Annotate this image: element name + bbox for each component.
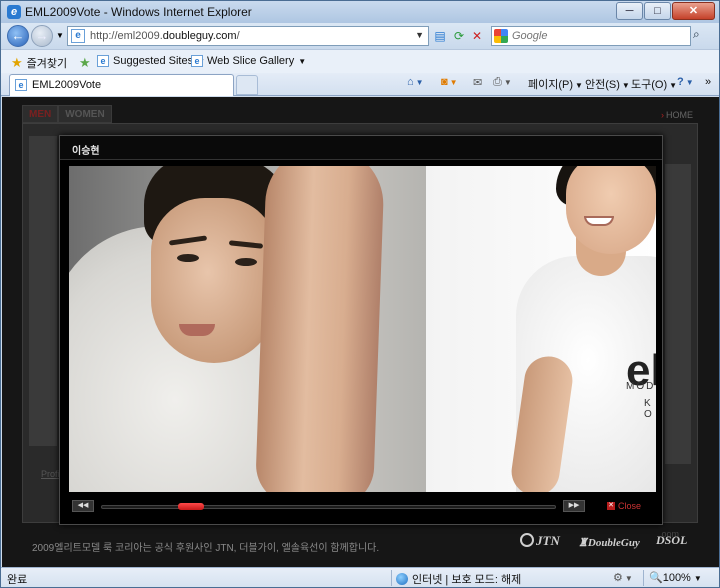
refresh-icon[interactable]: ⟳ (450, 27, 468, 45)
title-bar: e EML2009Vote - Windows Internet Explore… (1, 1, 719, 23)
search-icon[interactable]: ⌕ (693, 27, 700, 42)
model-photo-2: el MOD K O (426, 166, 656, 492)
favorites-button[interactable]: ★ 즐겨찾기 (11, 55, 67, 71)
globe-icon (396, 573, 408, 585)
ie-page-icon: e (15, 79, 27, 91)
mail-icon[interactable]: ✉ (473, 76, 482, 89)
model-photo-1 (69, 166, 426, 492)
home-link[interactable]: › HOME (661, 110, 693, 120)
dsol-logo: DSOL (656, 533, 688, 547)
ie-page-icon: e (191, 55, 203, 67)
forward-button[interactable]: → (31, 25, 53, 47)
security-zone[interactable]: 인터넷 | 보호 모드: 해제 (396, 571, 521, 587)
chevron-down-icon: ▼ (298, 56, 307, 66)
profile-link[interactable]: Profi (41, 469, 60, 479)
gender-tabs: MEN WOMEN (22, 105, 112, 123)
new-tab-button[interactable] (236, 75, 258, 95)
status-text: 완료 (7, 574, 28, 586)
doubleguy-logo: ♜DoubleGuy (578, 537, 640, 549)
address-bar[interactable]: e http://eml2009.doubleguy.com/ ▼ (67, 26, 429, 46)
scroll-track[interactable] (101, 505, 556, 509)
tab-eml2009vote[interactable]: e EML2009Vote (9, 74, 234, 96)
web-slice-gallery-label: Web Slice Gallery (207, 55, 295, 67)
ie-page-icon: e (97, 55, 109, 67)
close-label: Close (618, 501, 642, 511)
minimize-button[interactable]: ─ (616, 2, 643, 20)
maximize-button[interactable]: □ (644, 2, 671, 20)
photo-strip[interactable]: el MOD K O (69, 166, 656, 492)
viewer-controls: ◀◀ ▶▶ ✕ Close (60, 496, 662, 524)
suggested-sites-link[interactable]: e Suggested Sites ▼ (97, 55, 205, 67)
rss-icon[interactable]: ◙ ▼ (441, 76, 458, 88)
toolbar-overflow-icon[interactable]: » (705, 76, 711, 88)
add-star-icon: ★ (79, 55, 91, 70)
browser-window: e EML2009Vote - Windows Internet Explore… (0, 0, 720, 588)
status-bar: 완료 인터넷 | 보호 모드: 해제 ⚙ ▼ 🔍100% ▼ (1, 567, 719, 587)
protected-mode-icon[interactable]: ⚙ ▼ (613, 571, 633, 584)
ie-icon: e (7, 5, 21, 19)
background-card-right (665, 164, 691, 464)
web-content: MEN WOMEN › HOME Profi oom 2009엘리트모델 룩 코리… (2, 97, 719, 567)
tools-menu[interactable]: 도구(O) ▼ (631, 76, 677, 92)
close-icon: ✕ (607, 502, 615, 510)
window-controls: ─ □ ✕ (616, 2, 715, 20)
tab-men[interactable]: MEN (22, 105, 59, 123)
shirt-text-2: K O (644, 398, 652, 420)
star-icon: ★ (11, 55, 23, 70)
suggested-sites-label: Suggested Sites (113, 55, 194, 67)
google-icon (494, 29, 508, 43)
web-slice-gallery-link[interactable]: e Web Slice Gallery ▼ (191, 55, 306, 67)
previous-button[interactable]: ◀◀ (72, 500, 94, 512)
page-menu[interactable]: 페이지(P) ▼ (528, 76, 583, 92)
address-url: http://eml2009.doubleguy.com/ (90, 30, 240, 42)
shirt-text-1: MOD (626, 381, 656, 392)
help-icon[interactable]: ? ▼ (677, 76, 694, 88)
background-card-left (29, 136, 57, 446)
stop-icon[interactable]: ✕ (468, 27, 486, 45)
jtn-logo: JTN (520, 533, 560, 549)
close-window-button[interactable]: ✕ (672, 2, 715, 20)
search-input[interactable] (512, 28, 682, 44)
tab-row: e EML2009Vote ⌂ ▼ ◙ ▼ ✉ ⎙ ▼ 페이지(P) ▼ 안전(S) ▼ … (1, 73, 719, 96)
tab-women[interactable]: WOMEN (58, 105, 112, 123)
scroll-thumb[interactable] (178, 503, 204, 510)
address-row: ← → ▼ e http://eml2009.doubleguy.com/ ▼ … (1, 23, 719, 49)
zoom-level[interactable]: 🔍100% ▼ (649, 571, 702, 584)
address-dropdown-icon[interactable]: ▼ (415, 30, 424, 40)
print-icon[interactable]: ⎙ ▼ (493, 76, 512, 89)
favorites-label: 즐겨찾기 (26, 58, 68, 70)
safety-menu[interactable]: 안전(S) ▼ (585, 76, 630, 92)
add-favorite-button[interactable]: ★ (79, 55, 91, 71)
home-icon[interactable]: ⌂ ▼ (407, 76, 424, 88)
arrow-icon: › (661, 110, 664, 120)
photo-viewer-modal: 이승현 e MOD K O ◀◀ ▶▶ ✕ Close (59, 135, 663, 525)
model-name: 이승현 (72, 146, 100, 157)
footer-text: 2009엘리트모델 룩 코리아는 공식 후원사인 JTN, 더블가이, 엘솔육선… (32, 543, 380, 554)
close-modal-button[interactable]: ✕ Close (607, 501, 641, 511)
back-button[interactable]: ← (7, 25, 29, 47)
modal-header: 이승현 (60, 136, 662, 160)
favorites-bar: ★ 즐겨찾기 ★ e Suggested Sites ▼ e Web Slice… (1, 49, 719, 73)
tab-label: EML2009Vote (32, 79, 102, 91)
window-title: EML2009Vote - Windows Internet Explorer (25, 5, 252, 19)
search-box[interactable] (491, 26, 691, 46)
page-icon: e (71, 29, 85, 43)
compatibility-icon[interactable]: ▤ (431, 27, 449, 45)
next-button[interactable]: ▶▶ (563, 500, 585, 512)
